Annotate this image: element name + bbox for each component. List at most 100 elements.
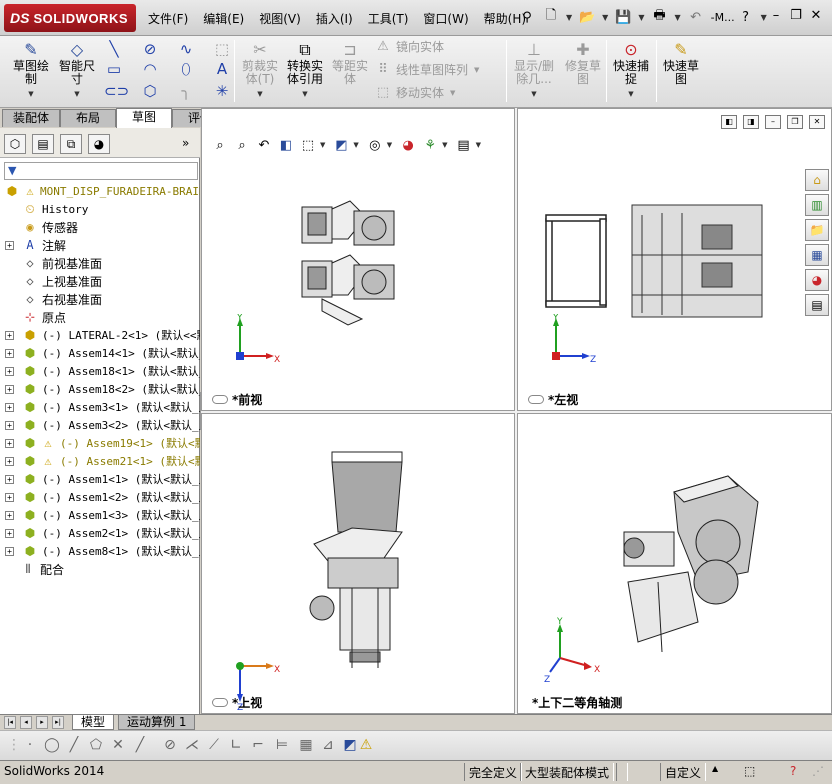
- custom-properties-icon[interactable]: ▤: [805, 294, 829, 316]
- graphics-area[interactable]: ⌕ ⌕ ↶ ◧ ⬚ ▼ ◩ ▼ ◎ ▼ ◕ ⚘ ▼ ▤ ▼ Y X *前视 ◧ …: [201, 108, 832, 714]
- configuration-manager-tab-icon[interactable]: ⧉: [60, 134, 82, 154]
- tree-item[interactable]: + ⬢ (-) Assem3<2> (默认<默认_显: [0, 416, 200, 434]
- dynamic-annotation-icon[interactable]: ⬚: [298, 135, 318, 155]
- prev-viewport-icon[interactable]: ◧: [721, 115, 737, 129]
- rapid-sketch-button[interactable]: ✎ 快速草 图: [660, 38, 702, 86]
- zoom-to-area-icon[interactable]: ⌕: [232, 135, 252, 155]
- display-style-icon[interactable]: ◎: [365, 135, 385, 155]
- fillet-icon[interactable]: ╮: [176, 82, 196, 100]
- centerline-icon[interactable]: ╱: [64, 737, 84, 753]
- file-explorer-icon[interactable]: 📁: [805, 219, 829, 241]
- linear-pattern-button[interactable]: ⠿ 线性草图阵列 ▼: [374, 61, 479, 78]
- help-status-icon[interactable]: ?: [790, 764, 796, 778]
- display-manager-tab-icon[interactable]: ◕: [88, 134, 110, 154]
- menu-file[interactable]: 文件(F): [148, 10, 188, 27]
- polygon-icon[interactable]: ⬠: [86, 737, 106, 753]
- tree-item[interactable]: + ⬢ (-) LATERAL-2<1> (默认<<默认: [0, 326, 200, 344]
- chevron-down-icon[interactable]: ▼: [450, 89, 455, 97]
- polygon-icon[interactable]: ⬡: [140, 82, 160, 100]
- rectangle-icon[interactable]: ▭: [104, 60, 124, 78]
- expand-icon[interactable]: +: [5, 385, 14, 394]
- tab-sketch[interactable]: 草图: [116, 108, 172, 128]
- grid-snap-icon[interactable]: ⬚: [212, 40, 232, 58]
- expand-icon[interactable]: +: [5, 403, 14, 412]
- offset-entities-button[interactable]: ⊐ 等距实 体: [330, 38, 370, 86]
- viewport-front[interactable]: ⌕ ⌕ ↶ ◧ ⬚ ▼ ◩ ▼ ◎ ▼ ◕ ⚘ ▼ ▤ ▼ Y X *前视: [201, 108, 515, 411]
- intersection-icon[interactable]: ⟋: [204, 737, 224, 753]
- scene-icon[interactable]: ⚘: [420, 135, 440, 155]
- open-folder-icon[interactable]: 📂: [578, 8, 596, 26]
- expand-icon[interactable]: +: [5, 331, 14, 340]
- minimize-viewport-icon[interactable]: –: [765, 115, 781, 129]
- chevron-down-icon[interactable]: ▼: [320, 141, 325, 149]
- tree-item[interactable]: + ⬢ (-) Assem1<3> (默认<默认_显: [0, 506, 200, 524]
- status-large-assembly[interactable]: 大型装配体模式: [520, 763, 615, 781]
- circle-icon[interactable]: ⊘: [140, 40, 160, 58]
- link-icon[interactable]: [212, 698, 228, 707]
- chevron-down-icon[interactable]: ▼: [442, 141, 447, 149]
- design-library-icon[interactable]: ▥: [805, 194, 829, 216]
- expand-icon[interactable]: +: [5, 349, 14, 358]
- viewport-left[interactable]: ◧ ◨ – ❐ ✕ Y Z *左视 ⌂ ▥ 📁 ▦ ◕ ▤: [517, 108, 832, 411]
- tree-item[interactable]: ◇ 上视基准面: [0, 272, 200, 290]
- tree-item[interactable]: + ⬢ (-) Assem1<1> (默认<默认_显: [0, 470, 200, 488]
- save-dropdown-icon[interactable]: ▼: [638, 13, 644, 22]
- feature-manager-tab-icon[interactable]: ⬡: [4, 134, 26, 154]
- print-icon[interactable]: 🖶: [650, 8, 668, 26]
- tree-item[interactable]: + A 注解: [0, 236, 200, 254]
- view-orientation-icon[interactable]: ◩: [331, 135, 351, 155]
- next-viewport-icon[interactable]: ◨: [743, 115, 759, 129]
- tree-item[interactable]: + ⬢ (-) Assem18<1> (默认<默认_: [0, 362, 200, 380]
- parallel-icon[interactable]: ⌐: [248, 737, 268, 753]
- help-icon[interactable]: ?: [737, 8, 755, 26]
- arc-icon[interactable]: ◠: [140, 60, 160, 78]
- tree-item[interactable]: + ⬢ ⚠ (-) Assem21<1> (默认<默认: [0, 452, 200, 470]
- viewport-top[interactable]: X Z *上视: [201, 413, 515, 714]
- tree-item[interactable]: + ⬢ (-) Assem8<1> (默认<默认_显: [0, 542, 200, 560]
- section-view-icon[interactable]: ◧: [276, 135, 296, 155]
- tree-item[interactable]: + ⬢ (-) Assem18<2> (默认<默认_: [0, 380, 200, 398]
- print-dropdown-icon[interactable]: ▼: [674, 13, 680, 22]
- chevron-down-icon[interactable]: ▼: [28, 88, 33, 101]
- first-tab-icon[interactable]: |◂: [4, 716, 16, 729]
- chevron-down-icon[interactable]: ▼: [302, 88, 307, 101]
- line-icon[interactable]: ╲: [104, 40, 124, 58]
- move-entities-button[interactable]: ⬚ 移动实体 ▼: [374, 84, 456, 101]
- display-delete-relations-button[interactable]: ⊥ 显示/删 除几... ▼: [510, 38, 558, 101]
- tangent-icon[interactable]: ⋌: [182, 737, 202, 753]
- tab-layout[interactable]: 布局: [60, 109, 116, 127]
- undo-icon[interactable]: ↶: [687, 8, 705, 26]
- status-icon[interactable]: ⬚: [744, 764, 755, 778]
- new-dropdown-icon[interactable]: ▼: [566, 13, 572, 22]
- tab-motion-study[interactable]: 运动算例 1: [118, 715, 196, 730]
- chevron-down-icon[interactable]: ▼: [74, 88, 79, 101]
- close-viewport-icon[interactable]: ✕: [809, 115, 825, 129]
- view-palette-icon[interactable]: ▦: [805, 244, 829, 266]
- tree-root[interactable]: ⬢ ⚠ MONT_DISP_FURADEIRA-BRAINC: [0, 182, 200, 200]
- slot-icon[interactable]: ⊂⊃: [104, 82, 129, 100]
- expand-icon[interactable]: +: [5, 367, 14, 376]
- restore-icon[interactable]: ❐: [786, 8, 806, 23]
- menu-insert[interactable]: 插入(I): [316, 10, 353, 27]
- link-icon[interactable]: [212, 395, 228, 404]
- ellipse-icon[interactable]: ⬯: [176, 60, 196, 78]
- expand-icon[interactable]: +: [5, 457, 14, 466]
- chevron-down-icon[interactable]: ▼: [387, 141, 392, 149]
- open-dropdown-icon[interactable]: ▼: [602, 13, 608, 22]
- tree-item[interactable]: ⫴ 配合: [0, 560, 200, 578]
- appearances-icon[interactable]: ◕: [805, 269, 829, 291]
- expand-icon[interactable]: +: [5, 241, 14, 250]
- tree-item[interactable]: + ⬢ (-) Assem3<1> (默认<默认_显: [0, 398, 200, 416]
- minimize-icon[interactable]: –: [766, 8, 786, 23]
- tree-item[interactable]: + ⬢ (-) Assem14<1> (默认<默认_: [0, 344, 200, 362]
- last-tab-icon[interactable]: ▸|: [52, 716, 64, 729]
- tree-item[interactable]: ⊹ 原点: [0, 308, 200, 326]
- menu-view[interactable]: 视图(V): [259, 10, 301, 27]
- zoom-to-fit-icon[interactable]: ⌕: [210, 135, 230, 155]
- tab-assembly[interactable]: 装配体: [2, 109, 60, 127]
- perpendicular-icon[interactable]: ∟: [226, 737, 246, 753]
- solidworks-logo[interactable]: DS SOLIDWORKS: [4, 4, 136, 32]
- units-dropdown-icon[interactable]: ▲: [712, 764, 718, 773]
- chevron-down-icon[interactable]: ▼: [353, 141, 358, 149]
- chevron-down-icon[interactable]: ▼: [476, 141, 481, 149]
